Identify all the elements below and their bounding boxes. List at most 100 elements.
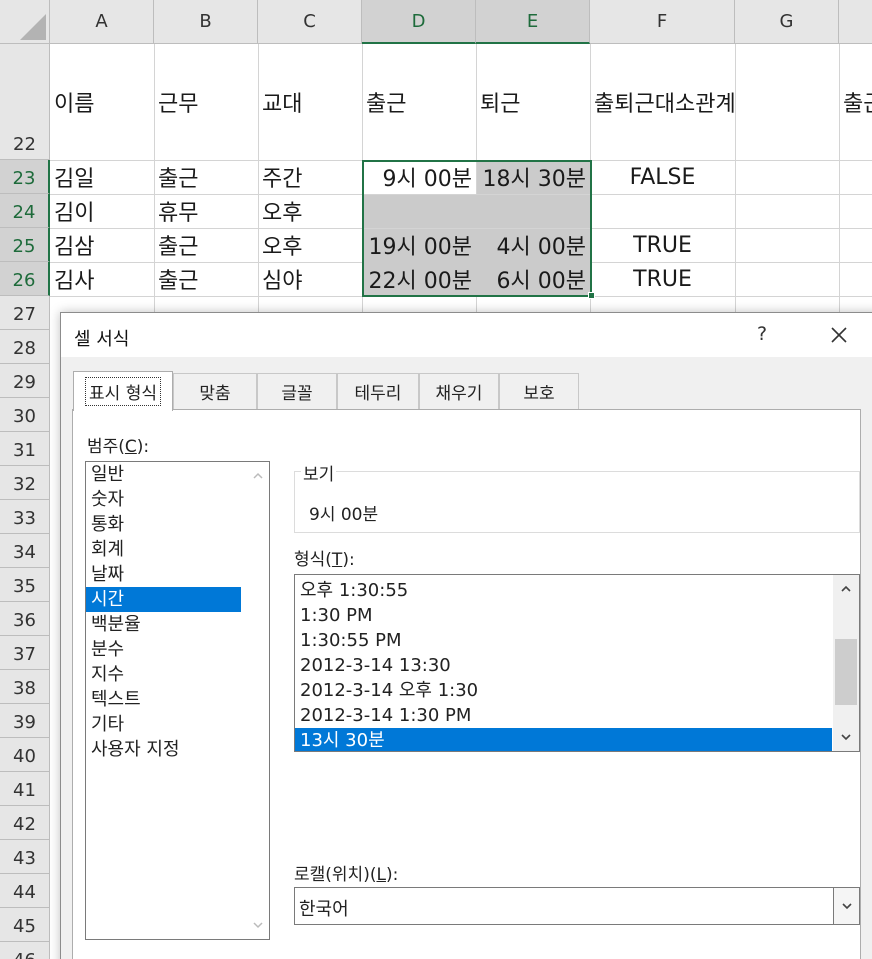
- type-item[interactable]: 2012-3-14 13:30: [295, 653, 859, 678]
- cell-h22[interactable]: 출근: [839, 84, 872, 120]
- row-header-40[interactable]: 40: [0, 738, 50, 772]
- column-header-a[interactable]: A: [50, 0, 154, 44]
- row-header-28[interactable]: 28: [0, 330, 50, 364]
- category-item[interactable]: 텍스트: [86, 687, 269, 712]
- category-item-selected[interactable]: 시간: [86, 587, 241, 612]
- cell-c24[interactable]: 오후: [258, 194, 362, 228]
- cell-d22[interactable]: 출근: [362, 84, 476, 120]
- type-list-items: 오후 1:30:55 1:30 PM 1:30:55 PM 2012-3-14 …: [295, 575, 859, 751]
- sample-group: [294, 471, 860, 533]
- cell-a26[interactable]: 김사: [50, 262, 154, 296]
- row-header-24[interactable]: 24: [0, 194, 50, 228]
- row-header-43[interactable]: 43: [0, 840, 50, 874]
- type-item[interactable]: 2012-3-14 1:30 PM: [295, 703, 859, 728]
- chevron-up-icon[interactable]: [840, 583, 852, 595]
- chevron-down-icon[interactable]: [840, 731, 852, 743]
- cell-a24[interactable]: 김이: [50, 194, 154, 228]
- category-item[interactable]: 기타: [86, 712, 269, 737]
- column-header-f[interactable]: F: [590, 0, 735, 44]
- cell-a23[interactable]: 김일: [50, 160, 154, 194]
- type-item[interactable]: 오후 1:30:55: [295, 578, 859, 603]
- cell-a25[interactable]: 김삼: [50, 228, 154, 262]
- dialog-titlebar[interactable]: 셀 서식 ?: [61, 313, 872, 357]
- row-header-30[interactable]: 30: [0, 398, 50, 432]
- locale-select[interactable]: 한국어: [294, 887, 860, 925]
- cell-c25[interactable]: 오후: [258, 228, 362, 262]
- type-item[interactable]: 1:30 PM: [295, 603, 859, 628]
- category-item[interactable]: 지수: [86, 662, 269, 687]
- cell-b24[interactable]: 휴무: [154, 194, 258, 228]
- cell-f23[interactable]: FALSE: [590, 160, 735, 194]
- row-header-35[interactable]: 35: [0, 568, 50, 602]
- type-item[interactable]: 2012-3-14 오후 1:30: [295, 678, 859, 703]
- category-item[interactable]: 날짜: [86, 562, 269, 587]
- row-header-29[interactable]: 29: [0, 364, 50, 398]
- tab-protection[interactable]: 보호: [499, 373, 579, 409]
- category-item[interactable]: 백분율: [86, 612, 269, 637]
- type-list[interactable]: 오후 1:30:55 1:30 PM 1:30:55 PM 2012-3-14 …: [294, 574, 860, 752]
- row-header-42[interactable]: 42: [0, 806, 50, 840]
- tab-number[interactable]: 표시 형식: [73, 371, 173, 411]
- select-all-corner[interactable]: [0, 0, 50, 44]
- row-header-44[interactable]: 44: [0, 874, 50, 908]
- cell-b26[interactable]: 출근: [154, 262, 258, 296]
- row-header-46[interactable]: 46: [0, 942, 50, 959]
- cell-f24[interactable]: [590, 194, 735, 228]
- chevron-up-icon[interactable]: [252, 470, 264, 482]
- row-header-45[interactable]: 45: [0, 908, 50, 942]
- type-item-selected[interactable]: 13시 30분: [295, 728, 832, 751]
- category-scrollbar[interactable]: [247, 462, 269, 939]
- cell-c23[interactable]: 주간: [258, 160, 362, 194]
- scroll-thumb[interactable]: [835, 639, 857, 705]
- row-header-34[interactable]: 34: [0, 534, 50, 568]
- row-header-33[interactable]: 33: [0, 500, 50, 534]
- category-item[interactable]: 사용자 지정: [86, 737, 269, 762]
- type-scrollbar[interactable]: [833, 575, 859, 751]
- column-header-d[interactable]: D: [362, 0, 476, 44]
- close-icon[interactable]: [825, 321, 853, 349]
- row-header-27[interactable]: 27: [0, 296, 50, 330]
- tab-font[interactable]: 글꼴: [257, 373, 337, 409]
- type-item[interactable]: 1:30:55 PM: [295, 628, 859, 653]
- row-header-38[interactable]: 38: [0, 670, 50, 704]
- selection-range: [362, 160, 592, 297]
- cell-b25[interactable]: 출근: [154, 228, 258, 262]
- row-header-31[interactable]: 31: [0, 432, 50, 466]
- row-header-37[interactable]: 37: [0, 636, 50, 670]
- row-header-25[interactable]: 25: [0, 228, 50, 262]
- tab-fill[interactable]: 채우기: [419, 373, 499, 409]
- column-header-g[interactable]: G: [735, 0, 839, 44]
- cell-c26[interactable]: 심야: [258, 262, 362, 296]
- chevron-down-icon[interactable]: [252, 919, 264, 931]
- category-list[interactable]: 일반 숫자 통화 회계 날짜 시간 백분율 분수 지수 텍스트 기타 사용자 지…: [85, 461, 270, 940]
- category-item[interactable]: 일반: [86, 462, 269, 487]
- row-header-36[interactable]: 36: [0, 602, 50, 636]
- cell-f22[interactable]: 출퇴근대소관계: [590, 84, 770, 120]
- tab-alignment[interactable]: 맞춤: [173, 373, 257, 409]
- row-header-39[interactable]: 39: [0, 704, 50, 738]
- cell-b23[interactable]: 출근: [154, 160, 258, 194]
- row-header-41[interactable]: 41: [0, 772, 50, 806]
- column-header-e[interactable]: E: [476, 0, 590, 44]
- fill-handle[interactable]: [588, 292, 595, 299]
- cell-b22[interactable]: 근무: [154, 84, 258, 120]
- row-header-26[interactable]: 26: [0, 262, 50, 296]
- column-header-c[interactable]: C: [258, 0, 362, 44]
- category-item[interactable]: 분수: [86, 637, 269, 662]
- row-header-32[interactable]: 32: [0, 466, 50, 500]
- cell-e22[interactable]: 퇴근: [476, 84, 590, 120]
- cell-f25[interactable]: TRUE: [590, 228, 735, 262]
- category-item[interactable]: 숫자: [86, 487, 269, 512]
- cell-a22[interactable]: 이름: [50, 84, 154, 120]
- row-header-22[interactable]: 22: [0, 44, 50, 160]
- category-item[interactable]: 회계: [86, 537, 269, 562]
- cell-c22[interactable]: 교대: [258, 84, 362, 120]
- cell-f26[interactable]: TRUE: [590, 262, 735, 296]
- tab-border[interactable]: 테두리: [337, 373, 419, 409]
- category-item[interactable]: 통화: [86, 512, 269, 537]
- column-header-b[interactable]: B: [154, 0, 258, 44]
- help-button[interactable]: ?: [757, 323, 767, 345]
- column-header-h[interactable]: [839, 0, 872, 44]
- locale-dropdown-button[interactable]: [833, 888, 859, 924]
- row-header-23[interactable]: 23: [0, 160, 50, 194]
